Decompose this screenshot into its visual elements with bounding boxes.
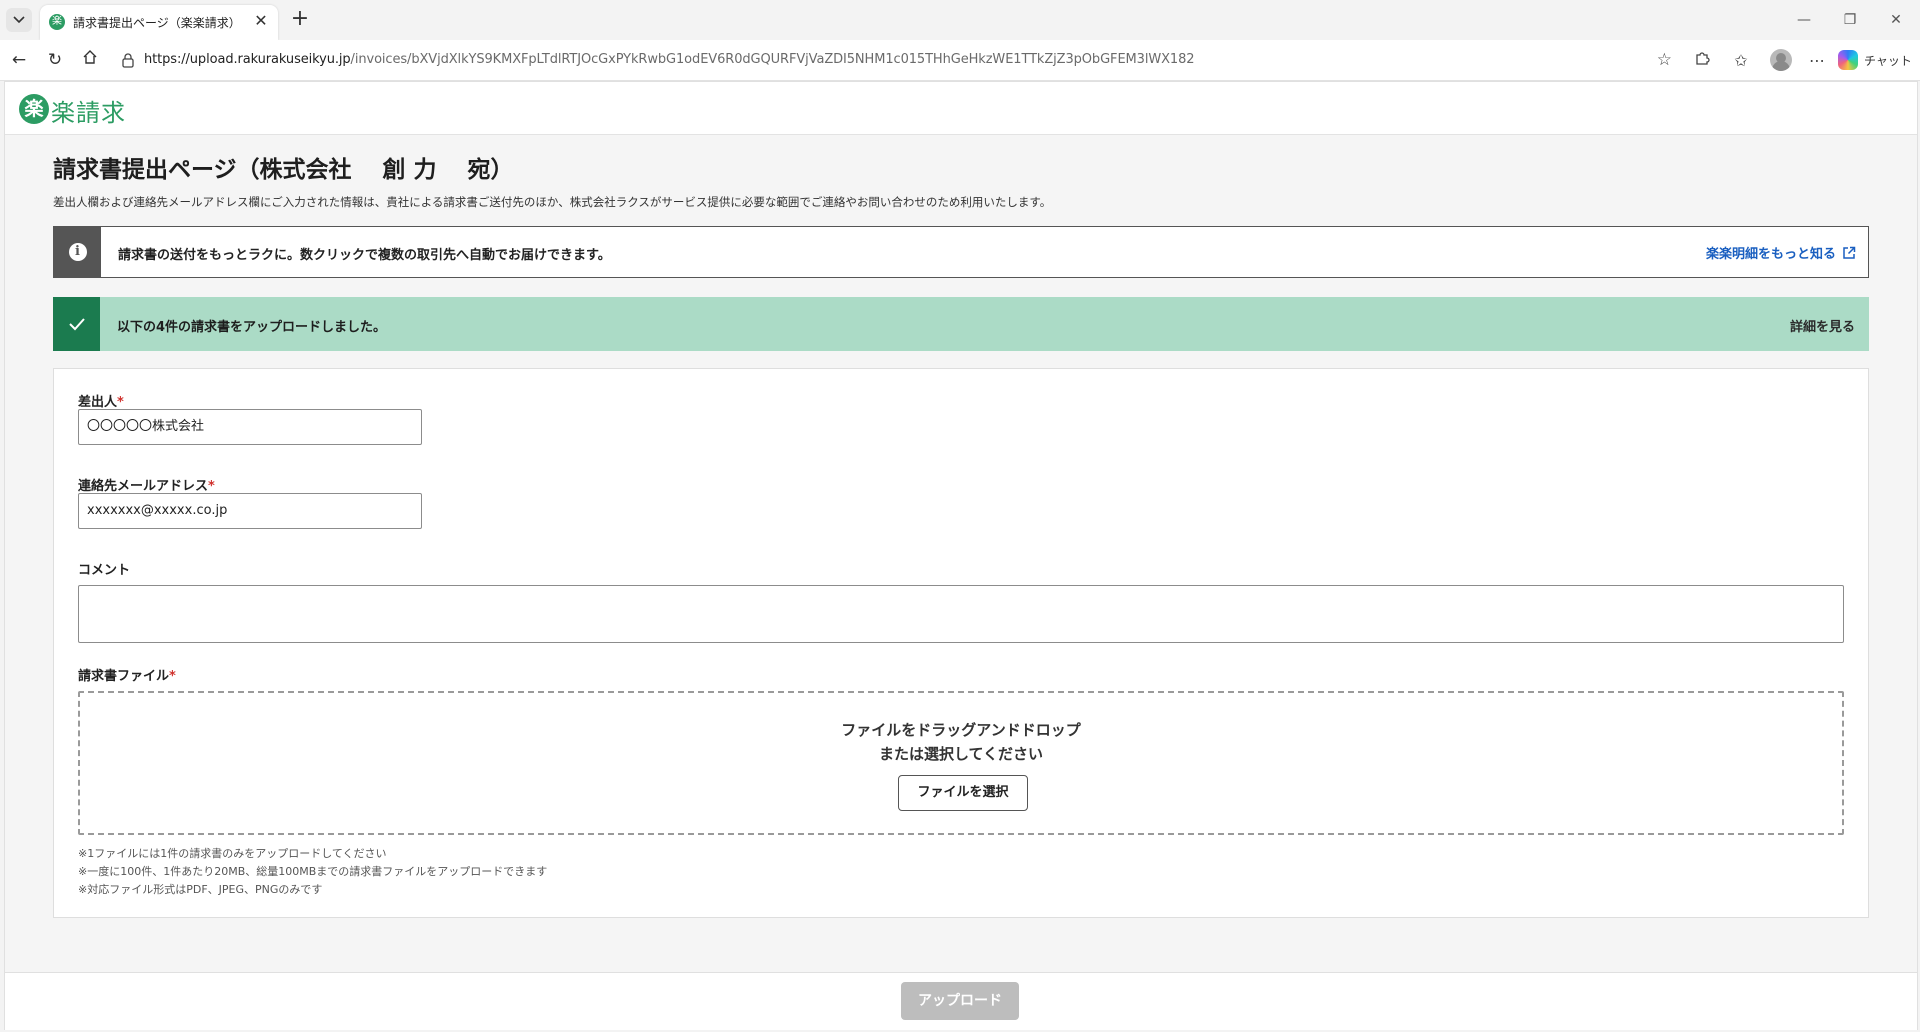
copilot-chat-button[interactable]: チャット <box>1838 48 1912 72</box>
browser-tab-bar: 楽 請求書提出ページ（楽楽請求） ✕ + — ❐ ✕ <box>0 0 1920 40</box>
invoice-file-label-text: 請求書ファイル <box>78 669 170 684</box>
upload-note: ※対応ファイル形式はPDF、JPEG、PNGのみです <box>78 883 323 896</box>
success-banner-text: 以下の4件の請求書をアップロードしました。 <box>117 320 387 335</box>
web-page: 楽 楽請求 請求書提出ページ（株式会社 創 力 宛） 差出人欄および連絡先メール… <box>4 81 1918 1030</box>
site-header: 楽 楽請求 <box>5 82 1917 135</box>
minimize-icon[interactable]: — <box>1781 6 1827 34</box>
sender-label-text: 差出人 <box>78 395 118 410</box>
upload-note: ※一度に100件、1件あたり20MB、総量100MBまでの請求書ファイルをアップ… <box>78 865 548 878</box>
more-menu-icon[interactable]: ⋯ <box>1806 50 1828 72</box>
copilot-icon <box>1838 50 1858 70</box>
submission-form: 差出人* 〇〇〇〇〇株式会社 連絡先メールアドレス* xxxxxxx@xxxxx… <box>53 368 1869 918</box>
comment-label: コメント <box>78 563 131 578</box>
favorites-collection-icon[interactable]: ✩ <box>1730 50 1752 72</box>
window-close-icon[interactable]: ✕ <box>1873 6 1919 34</box>
info-icon: i <box>68 243 87 261</box>
tab-close-icon[interactable]: ✕ <box>252 12 270 30</box>
page-description: 差出人欄および連絡先メールアドレス欄にご入力された情報は、貴社による請求書ご送付… <box>53 195 1052 209</box>
info-icon-container: i <box>54 227 101 277</box>
browser-tab-active[interactable]: 楽 請求書提出ページ（楽楽請求） ✕ <box>40 5 278 40</box>
learn-more-link-label: 楽楽明細をもっと知る <box>1705 247 1836 262</box>
url-path: /invoices/bXVjdXlkYS9KMXFpLTdlRTJOcGxPYk… <box>350 52 1195 67</box>
restore-icon[interactable]: ❐ <box>1827 6 1873 34</box>
invoice-file-label: 請求書ファイル* <box>78 665 176 684</box>
success-icon-container <box>53 297 100 351</box>
new-tab-icon[interactable]: + <box>288 8 312 32</box>
email-label-text: 連絡先メールアドレス <box>78 479 209 494</box>
refresh-icon[interactable]: ↻ <box>42 48 68 72</box>
learn-more-link[interactable]: 楽楽明細をもっと知る <box>1706 243 1856 262</box>
footer-action-bar: アップロード <box>5 972 1917 1030</box>
sender-label: 差出人* <box>78 391 124 410</box>
url-text: https://upload.rakurakuseikyu.jp/invoice… <box>144 52 1195 67</box>
tab-favicon-icon: 楽 <box>49 14 65 30</box>
drop-instruction-line2: または選択してください <box>878 745 1044 763</box>
url-host: https://upload.rakurakuseikyu.jp <box>144 52 351 67</box>
favorite-star-icon[interactable]: ☆ <box>1657 50 1672 70</box>
tab-list-chevron-icon[interactable] <box>6 8 32 32</box>
file-drop-zone[interactable]: ファイルをドラッグアンドドロップ または選択してください ファイルを選択 <box>78 691 1844 835</box>
email-input[interactable]: xxxxxxx@xxxxx.co.jp <box>78 493 422 529</box>
lock-icon <box>122 53 134 68</box>
view-details-link[interactable]: 詳細を見る <box>1790 316 1855 335</box>
success-banner: 以下の4件の請求書をアップロードしました。 詳細を見る <box>53 297 1869 351</box>
select-file-button[interactable]: ファイルを選択 <box>898 775 1028 811</box>
email-label: 連絡先メールアドレス* <box>78 475 215 494</box>
tab-title: 請求書提出ページ（楽楽請求） <box>73 16 241 30</box>
home-icon[interactable] <box>77 48 103 72</box>
required-mark: * <box>208 479 215 494</box>
page-title: 請求書提出ページ（株式会社 創 力 宛） <box>53 157 514 183</box>
address-bar[interactable]: https://upload.rakurakuseikyu.jp/invoice… <box>110 45 1682 75</box>
chat-label: チャット <box>1864 53 1912 68</box>
profile-avatar[interactable] <box>1770 49 1792 71</box>
info-banner-text: 請求書の送付をもっとラクに。数クリックで複数の取引先へ自動でお届けできます。 <box>118 248 611 263</box>
comment-textarea[interactable] <box>78 585 1844 643</box>
drop-instruction-line1: ファイルをドラッグアンドドロップ <box>841 721 1081 739</box>
logo-icon: 楽 <box>19 94 49 124</box>
info-banner: i 請求書の送付をもっとラクに。数クリックで複数の取引先へ自動でお届けできます。… <box>53 226 1869 278</box>
upload-button[interactable]: アップロード <box>901 982 1019 1020</box>
check-icon <box>68 318 85 331</box>
back-arrow-icon[interactable]: ← <box>6 48 32 72</box>
sender-input[interactable]: 〇〇〇〇〇株式会社 <box>78 409 422 445</box>
external-link-icon <box>1843 246 1856 259</box>
required-mark: * <box>117 395 124 410</box>
address-toolbar: ← ↻ https://upload.rakurakuseikyu.jp/inv… <box>0 40 1920 81</box>
logo-text: 楽請求 <box>51 99 126 127</box>
required-mark: * <box>169 669 176 684</box>
upload-note: ※1ファイルには1件の請求書のみをアップロードしてください <box>78 847 387 860</box>
extensions-icon[interactable] <box>1691 50 1713 72</box>
